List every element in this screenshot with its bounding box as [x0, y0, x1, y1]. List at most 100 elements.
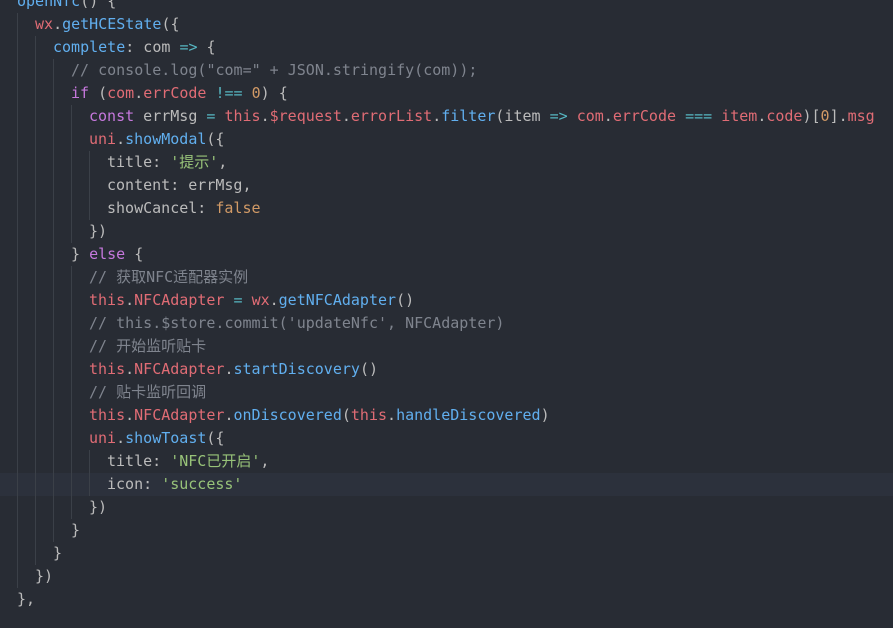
- indent-guide: [71, 128, 72, 151]
- code-line[interactable]: if (com.errCode !== 0) {: [0, 82, 893, 105]
- code-line[interactable]: this.NFCAdapter.startDiscovery(): [0, 358, 893, 381]
- indent-guide: [17, 59, 18, 82]
- indent-guide: [89, 473, 90, 496]
- code-token: code: [766, 107, 803, 125]
- code-text: const errMsg = this.$request.errorList.f…: [89, 105, 875, 128]
- indent-guide: [17, 335, 18, 358]
- code-line[interactable]: uni.showToast({: [0, 427, 893, 450]
- indent-guide: [89, 450, 90, 473]
- code-line[interactable]: // 开始监听贴卡: [0, 335, 893, 358]
- indent-guide: [35, 82, 36, 105]
- indent-guide: [35, 473, 36, 496]
- code-text: }): [89, 220, 107, 243]
- code-token: (item: [495, 107, 550, 125]
- code-token: showModal: [125, 130, 207, 148]
- code-text: // console.log("com=" + JSON.stringify(c…: [71, 59, 477, 82]
- code-line[interactable]: // this.$store.commit('updateNfc', NFCAd…: [0, 312, 893, 335]
- indent-guide: [53, 496, 54, 519]
- indent-guide: [53, 174, 54, 197]
- indent-guide: [89, 151, 90, 174]
- indent-guide: [71, 358, 72, 381]
- code-line[interactable]: title: '提示',: [0, 151, 893, 174]
- indent-guide: [17, 82, 18, 105]
- code-line[interactable]: }): [0, 496, 893, 519]
- code-token: errorList: [350, 107, 433, 125]
- indent-guide: [53, 473, 54, 496]
- code-token: ({: [206, 130, 225, 148]
- code-text: }: [71, 519, 80, 542]
- code-line[interactable]: // 贴卡监听回调: [0, 381, 893, 404]
- indent-guide: [35, 381, 36, 404]
- code-token: =>: [549, 107, 568, 125]
- code-token: =: [233, 291, 243, 309]
- indent-guide: [71, 381, 72, 404]
- indent-guide: [17, 13, 18, 36]
- code-line[interactable]: const errMsg = this.$request.errorList.f…: [0, 105, 893, 128]
- code-token: .: [224, 360, 234, 378]
- code-token: {: [125, 245, 144, 263]
- code-line[interactable]: }: [0, 542, 893, 565]
- code-token: content: errMsg,: [107, 176, 252, 194]
- code-token: this: [89, 291, 126, 309]
- code-token: title:: [107, 452, 171, 470]
- indent-guide: [35, 404, 36, 427]
- code-token: $request: [269, 107, 342, 125]
- code-line[interactable]: title: 'NFC已开启',: [0, 450, 893, 473]
- code-line[interactable]: // 获取NFC适配器实例: [0, 266, 893, 289]
- code-text: // 贴卡监听回调: [89, 381, 206, 404]
- code-line[interactable]: uni.showModal({: [0, 128, 893, 151]
- code-token: (): [396, 291, 415, 309]
- code-line[interactable]: this.NFCAdapter.onDiscovered(this.handle…: [0, 404, 893, 427]
- code-text: title: '提示',: [107, 151, 227, 174]
- indent-guide: [71, 335, 72, 358]
- code-line[interactable]: showCancel: false: [0, 197, 893, 220]
- indent-guide: [53, 243, 54, 266]
- code-token: if: [71, 84, 90, 102]
- indent-guide: [53, 197, 54, 220]
- code-token: }: [71, 521, 81, 539]
- code-token: getHCEState: [62, 15, 162, 33]
- code-token: // console.log("com=" + JSON.stringify(c…: [71, 61, 478, 79]
- code-line[interactable]: }): [0, 220, 893, 243]
- code-token: (: [89, 84, 108, 102]
- code-token: () {: [80, 0, 117, 10]
- code-token: uni: [89, 130, 117, 148]
- code-line[interactable]: this.NFCAdapter = wx.getNFCAdapter(): [0, 289, 893, 312]
- code-token: .: [269, 291, 279, 309]
- indent-guide: [17, 496, 18, 519]
- code-token: this: [89, 360, 126, 378]
- code-token: .: [260, 107, 270, 125]
- code-line[interactable]: openNfc() {: [0, 0, 893, 13]
- code-token: .: [603, 107, 613, 125]
- code-text: complete: com => {: [53, 36, 216, 59]
- indent-guide: [71, 266, 72, 289]
- code-line[interactable]: complete: com => {: [0, 36, 893, 59]
- indent-guide: [35, 519, 36, 542]
- code-text: icon: 'success': [107, 473, 242, 496]
- code-token: (: [341, 406, 351, 424]
- code-text: },: [17, 588, 35, 611]
- code-token: NFCAdapter: [134, 406, 225, 424]
- code-token: onDiscovered: [233, 406, 342, 424]
- code-line[interactable]: // console.log("com=" + JSON.stringify(c…: [0, 59, 893, 82]
- indent-guide: [17, 473, 18, 496]
- code-text: showCancel: false: [107, 197, 261, 220]
- code-token: icon:: [107, 475, 162, 493]
- indent-guide: [71, 289, 72, 312]
- code-line[interactable]: content: errMsg,: [0, 174, 893, 197]
- code-line[interactable]: }): [0, 565, 893, 588]
- code-text: // 开始监听贴卡: [89, 335, 206, 358]
- indent-guide: [53, 59, 54, 82]
- code-token: }: [53, 544, 63, 562]
- code-editor[interactable]: openNfc() {wx.getHCEState({complete: com…: [0, 0, 893, 628]
- code-line[interactable]: }: [0, 519, 893, 542]
- code-text: }: [53, 542, 62, 565]
- code-line[interactable]: wx.getHCEState({: [0, 13, 893, 36]
- code-line[interactable]: icon: 'success': [0, 473, 893, 496]
- code-line[interactable]: } else {: [0, 243, 893, 266]
- code-text: this.NFCAdapter.startDiscovery(): [89, 358, 378, 381]
- indent-guide: [53, 105, 54, 128]
- code-line[interactable]: },: [0, 588, 893, 611]
- code-token: title:: [107, 153, 171, 171]
